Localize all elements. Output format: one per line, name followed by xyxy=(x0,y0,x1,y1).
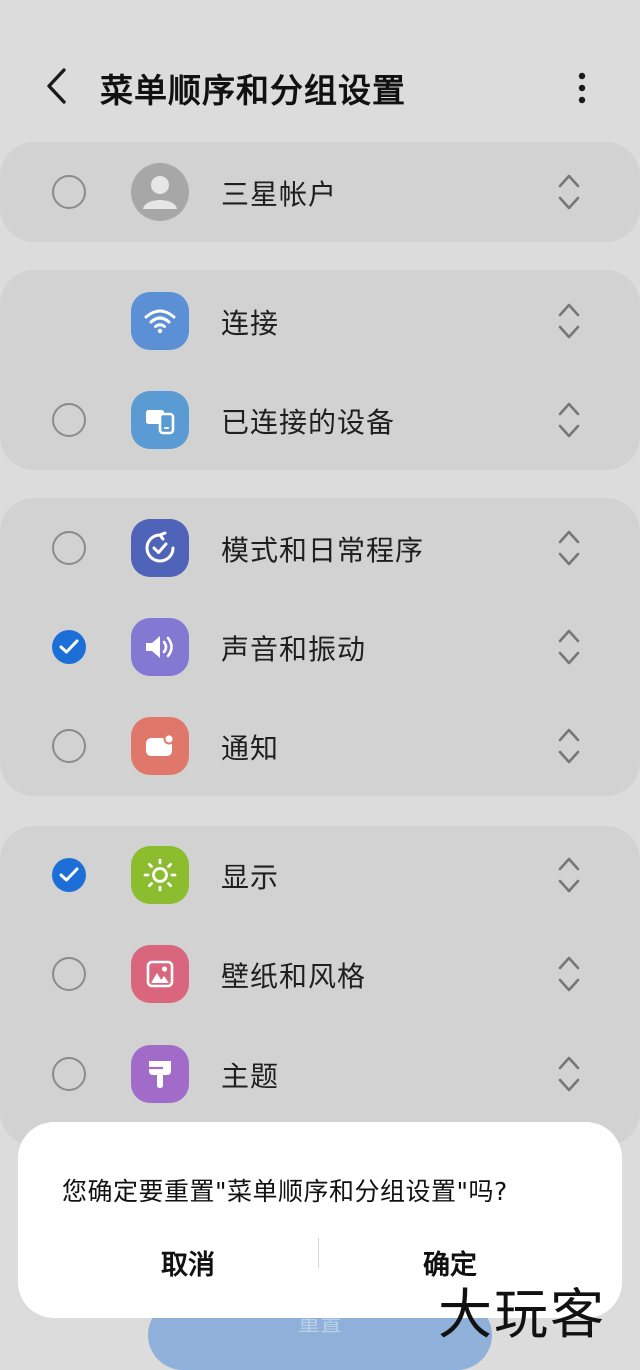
app-header: 菜单顺序和分组设置 xyxy=(0,40,640,136)
menu-row-connected-devices[interactable]: 已连接的设备 xyxy=(0,372,640,468)
back-button[interactable] xyxy=(36,62,76,110)
menu-label: 连接 xyxy=(221,307,280,340)
row-checkbox-checked[interactable] xyxy=(52,858,86,892)
menu-label: 主题 xyxy=(221,1060,280,1093)
menu-label: 壁纸和风格 xyxy=(221,960,367,993)
watermark-logo: 大玩客 xyxy=(438,1283,606,1346)
sound-icon xyxy=(131,618,189,676)
menu-label: 模式和日常程序 xyxy=(221,534,425,567)
row-checkbox[interactable] xyxy=(52,1057,86,1091)
check-icon xyxy=(59,639,79,654)
menu-label: 已连接的设备 xyxy=(221,406,396,439)
row-checkbox[interactable] xyxy=(52,531,86,565)
wifi-icon xyxy=(131,292,189,350)
menu-row-themes[interactable]: 主题 xyxy=(0,1026,640,1122)
row-checkbox[interactable] xyxy=(52,957,86,991)
chevron-left-icon xyxy=(47,68,66,104)
themes-brush-icon xyxy=(131,1045,189,1103)
reorder-handle-icon[interactable] xyxy=(554,1052,584,1096)
reorder-handle-icon[interactable] xyxy=(554,398,584,442)
settings-page: 菜单顺序和分组设置 三星帐户 连接 已连接的设备 模式和日常程序 声音和振动 通… xyxy=(0,0,640,1370)
row-checkbox[interactable] xyxy=(52,175,86,209)
menu-label: 三星帐户 xyxy=(221,178,338,211)
menu-label: 声音和振动 xyxy=(221,633,367,666)
reorder-handle-icon[interactable] xyxy=(554,299,584,343)
menu-row-wallpaper[interactable]: 壁纸和风格 xyxy=(0,926,640,1022)
menu-row-account[interactable]: 三星帐户 xyxy=(0,144,640,240)
menu-group-connections: 连接 已连接的设备 xyxy=(0,270,640,470)
modes-icon xyxy=(131,519,189,577)
menu-label: 显示 xyxy=(221,861,280,894)
reorder-handle-icon[interactable] xyxy=(554,526,584,570)
menu-row-connections[interactable]: 连接 xyxy=(0,273,640,369)
menu-label: 通知 xyxy=(221,732,280,765)
row-checkbox[interactable] xyxy=(52,403,86,437)
menu-group-display: 显示 壁纸和风格 主题 xyxy=(0,826,640,1146)
dialog-message: 您确定要重置"菜单顺序和分组设置"吗? xyxy=(62,1177,508,1206)
account-icon xyxy=(131,163,189,221)
reorder-handle-icon[interactable] xyxy=(554,625,584,669)
page-title: 菜单顺序和分组设置 xyxy=(100,71,406,110)
menu-group-general: 模式和日常程序 声音和振动 通知 xyxy=(0,498,640,796)
reorder-handle-icon[interactable] xyxy=(554,170,584,214)
more-options-button[interactable] xyxy=(562,66,602,110)
more-vertical-icon xyxy=(578,72,586,104)
reorder-handle-icon[interactable] xyxy=(554,952,584,996)
check-icon xyxy=(59,867,79,882)
reorder-handle-icon[interactable] xyxy=(554,853,584,897)
menu-group-account: 三星帐户 xyxy=(0,142,640,242)
menu-row-sound[interactable]: 声音和振动 xyxy=(0,599,640,695)
reorder-handle-icon[interactable] xyxy=(554,724,584,768)
menu-row-modes[interactable]: 模式和日常程序 xyxy=(0,500,640,596)
cancel-button[interactable]: 取消 xyxy=(38,1230,338,1294)
menu-row-notifications[interactable]: 通知 xyxy=(0,698,640,794)
row-checkbox[interactable] xyxy=(52,729,86,763)
notification-icon xyxy=(131,717,189,775)
menu-row-display[interactable]: 显示 xyxy=(0,827,640,923)
devices-icon xyxy=(131,391,189,449)
row-checkbox-checked[interactable] xyxy=(52,630,86,664)
display-brightness-icon xyxy=(131,846,189,904)
wallpaper-icon xyxy=(131,945,189,1003)
